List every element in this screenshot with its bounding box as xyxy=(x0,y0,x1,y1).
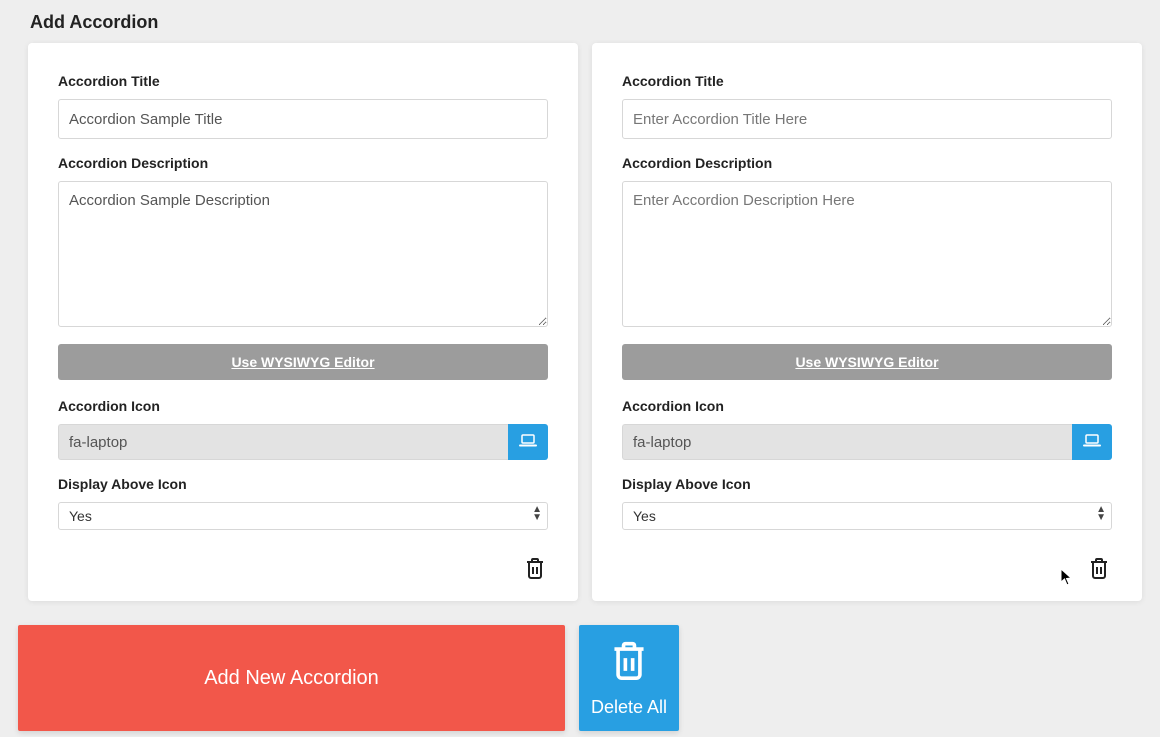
icon-label: Accordion Icon xyxy=(622,398,1112,414)
delete-all-button[interactable]: Delete All xyxy=(579,625,679,731)
delete-card-button[interactable] xyxy=(1086,554,1112,585)
display-above-select[interactable]: Yes xyxy=(622,502,1112,530)
trash-icon xyxy=(1088,568,1110,583)
laptop-icon xyxy=(1083,434,1101,451)
delete-all-label: Delete All xyxy=(591,697,667,718)
icon-picker-button[interactable] xyxy=(1072,424,1112,460)
add-new-accordion-button[interactable]: Add New Accordion xyxy=(18,625,565,731)
accordion-card: Accordion Title Accordion Description Ac… xyxy=(28,43,578,601)
title-label: Accordion Title xyxy=(622,73,1112,89)
icon-input[interactable] xyxy=(622,424,1072,460)
icon-label: Accordion Icon xyxy=(58,398,548,414)
trash-icon xyxy=(609,638,649,687)
title-input[interactable] xyxy=(622,99,1112,139)
trash-icon xyxy=(524,568,546,583)
description-textarea[interactable]: Accordion Sample Description xyxy=(58,181,548,327)
display-above-select[interactable]: Yes xyxy=(58,502,548,530)
accordion-card: Accordion Title Accordion Description Us… xyxy=(592,43,1142,601)
description-textarea[interactable] xyxy=(622,181,1112,327)
icon-input[interactable] xyxy=(58,424,508,460)
title-label: Accordion Title xyxy=(58,73,548,89)
action-row: Add New Accordion Delete All xyxy=(0,601,1160,731)
title-input[interactable] xyxy=(58,99,548,139)
wysiwyg-button[interactable]: Use WYSIWYG Editor xyxy=(622,344,1112,380)
accordion-cards-row: Accordion Title Accordion Description Ac… xyxy=(0,43,1160,601)
description-label: Accordion Description xyxy=(58,155,548,171)
description-label: Accordion Description xyxy=(622,155,1112,171)
icon-picker-button[interactable] xyxy=(508,424,548,460)
wysiwyg-button[interactable]: Use WYSIWYG Editor xyxy=(58,344,548,380)
delete-card-button[interactable] xyxy=(522,554,548,585)
display-above-label: Display Above Icon xyxy=(622,476,1112,492)
display-above-label: Display Above Icon xyxy=(58,476,548,492)
page-title: Add Accordion xyxy=(0,0,1160,43)
laptop-icon xyxy=(519,434,537,451)
